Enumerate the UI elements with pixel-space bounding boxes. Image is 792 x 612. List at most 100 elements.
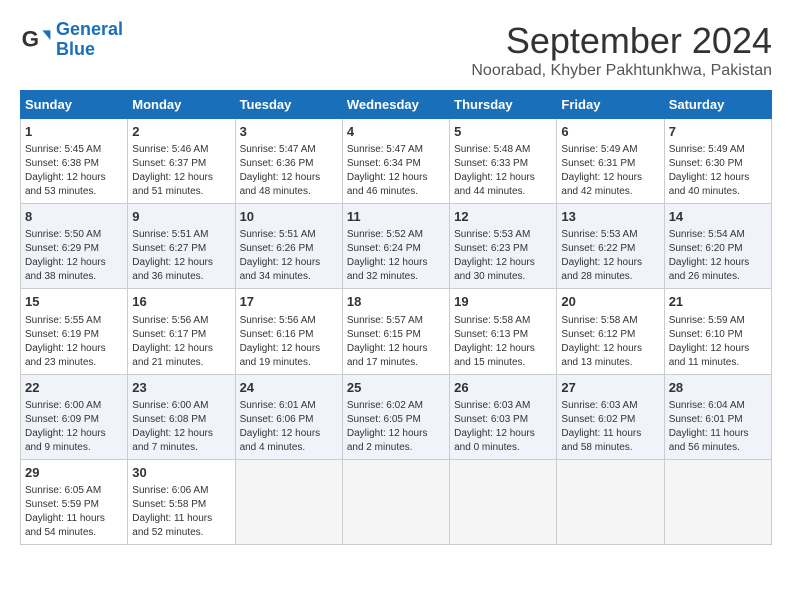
day-info: Sunrise: 5:49 AM Sunset: 6:31 PM Dayligh… (561, 143, 659, 199)
day-info: Sunrise: 5:47 AM Sunset: 6:34 PM Dayligh… (347, 143, 445, 199)
calendar-cell: 14Sunrise: 5:54 AM Sunset: 6:20 PM Dayli… (664, 204, 771, 289)
day-number: 12 (454, 208, 552, 226)
day-info: Sunrise: 5:50 AM Sunset: 6:29 PM Dayligh… (25, 228, 123, 284)
day-info: Sunrise: 6:04 AM Sunset: 6:01 PM Dayligh… (669, 399, 767, 455)
calendar-cell (557, 459, 664, 544)
day-number: 29 (25, 464, 123, 482)
weekday-header-wednesday: Wednesday (342, 91, 449, 119)
day-info: Sunrise: 5:58 AM Sunset: 6:13 PM Dayligh… (454, 314, 552, 370)
day-number: 2 (132, 123, 230, 141)
day-info: Sunrise: 5:55 AM Sunset: 6:19 PM Dayligh… (25, 314, 123, 370)
day-number: 3 (240, 123, 338, 141)
calendar-cell: 23 Sunrise: 6:00 AM Sunset: 6:08 PM Dayli… (128, 374, 235, 459)
calendar-cell: 30 Sunrise: 6:06 AM Sunset: 5:58 PM Dayli… (128, 459, 235, 544)
svg-text:G: G (22, 26, 39, 51)
day-info: Sunrise: 6:02 AM Sunset: 6:05 PM Dayligh… (347, 399, 445, 455)
day-number: 17 (240, 293, 338, 311)
calendar-cell: 16 Sunrise: 5:56 AM Sunset: 6:17 PM Dayli… (128, 289, 235, 374)
calendar-cell: 7Sunrise: 5:49 AM Sunset: 6:30 PM Daylig… (664, 119, 771, 204)
day-info: Sunrise: 6:01 AM Sunset: 6:06 PM Dayligh… (240, 399, 338, 455)
logo-icon: G (20, 24, 52, 56)
calendar-table: SundayMondayTuesdayWednesdayThursdayFrid… (20, 90, 772, 545)
location: Noorabad, Khyber Pakhtunkhwa, Pakistan (471, 62, 772, 80)
day-number: 14 (669, 208, 767, 226)
day-info: Sunrise: 5:52 AM Sunset: 6:24 PM Dayligh… (347, 228, 445, 284)
calendar-cell: 5Sunrise: 5:48 AM Sunset: 6:33 PM Daylig… (450, 119, 557, 204)
calendar-week-row: 1 Sunrise: 5:45 AM Sunset: 6:38 PM Daylig… (21, 119, 772, 204)
calendar-cell (235, 459, 342, 544)
weekday-header-saturday: Saturday (664, 91, 771, 119)
day-number: 15 (25, 293, 123, 311)
day-info: Sunrise: 5:46 AM Sunset: 6:37 PM Dayligh… (132, 143, 230, 199)
calendar-cell: 22Sunrise: 6:00 AM Sunset: 6:09 PM Dayli… (21, 374, 128, 459)
calendar-cell: 6 Sunrise: 5:49 AM Sunset: 6:31 PM Daylig… (557, 119, 664, 204)
calendar-cell: 9Sunrise: 5:51 AM Sunset: 6:27 PM Daylig… (128, 204, 235, 289)
weekday-header-friday: Friday (557, 91, 664, 119)
calendar-cell: 15 Sunrise: 5:55 AM Sunset: 6:19 PM Dayli… (21, 289, 128, 374)
day-number: 26 (454, 379, 552, 397)
day-info: Sunrise: 5:47 AM Sunset: 6:36 PM Dayligh… (240, 143, 338, 199)
day-number: 7 (669, 123, 767, 141)
calendar-week-row: 22Sunrise: 6:00 AM Sunset: 6:09 PM Dayli… (21, 374, 772, 459)
day-number: 21 (669, 293, 767, 311)
day-info: Sunrise: 6:03 AM Sunset: 6:03 PM Dayligh… (454, 399, 552, 455)
month-title: September 2024 (471, 20, 772, 62)
calendar-cell: 26 Sunrise: 6:03 AM Sunset: 6:03 PM Dayli… (450, 374, 557, 459)
day-number: 8 (25, 208, 123, 226)
day-info: Sunrise: 6:03 AM Sunset: 6:02 PM Dayligh… (561, 399, 659, 455)
day-number: 4 (347, 123, 445, 141)
day-info: Sunrise: 5:56 AM Sunset: 6:17 PM Dayligh… (132, 314, 230, 370)
day-info: Sunrise: 5:56 AM Sunset: 6:16 PM Dayligh… (240, 314, 338, 370)
weekday-header-thursday: Thursday (450, 91, 557, 119)
day-info: Sunrise: 5:51 AM Sunset: 6:26 PM Dayligh… (240, 228, 338, 284)
calendar-cell: 8 Sunrise: 5:50 AM Sunset: 6:29 PM Daylig… (21, 204, 128, 289)
calendar-cell: 3 Sunrise: 5:47 AM Sunset: 6:36 PM Daylig… (235, 119, 342, 204)
day-number: 18 (347, 293, 445, 311)
calendar-header-row: SundayMondayTuesdayWednesdayThursdayFrid… (21, 91, 772, 119)
day-number: 25 (347, 379, 445, 397)
weekday-header-tuesday: Tuesday (235, 91, 342, 119)
calendar-cell: 18 Sunrise: 5:57 AM Sunset: 6:15 PM Dayli… (342, 289, 449, 374)
logo: G General Blue (20, 20, 123, 60)
day-info: Sunrise: 6:00 AM Sunset: 6:08 PM Dayligh… (132, 399, 230, 455)
calendar-cell (450, 459, 557, 544)
day-info: Sunrise: 5:53 AM Sunset: 6:23 PM Dayligh… (454, 228, 552, 284)
day-number: 19 (454, 293, 552, 311)
day-info: Sunrise: 5:59 AM Sunset: 6:10 PM Dayligh… (669, 314, 767, 370)
day-number: 30 (132, 464, 230, 482)
day-number: 1 (25, 123, 123, 141)
calendar-cell: 25 Sunrise: 6:02 AM Sunset: 6:05 PM Dayli… (342, 374, 449, 459)
calendar-week-row: 8 Sunrise: 5:50 AM Sunset: 6:29 PM Daylig… (21, 204, 772, 289)
day-number: 27 (561, 379, 659, 397)
calendar-cell: 4 Sunrise: 5:47 AM Sunset: 6:34 PM Daylig… (342, 119, 449, 204)
weekday-header-sunday: Sunday (21, 91, 128, 119)
calendar-cell: 2 Sunrise: 5:46 AM Sunset: 6:37 PM Daylig… (128, 119, 235, 204)
calendar-cell: 27 Sunrise: 6:03 AM Sunset: 6:02 PM Dayli… (557, 374, 664, 459)
day-info: Sunrise: 5:57 AM Sunset: 6:15 PM Dayligh… (347, 314, 445, 370)
calendar-cell: 29 Sunrise: 6:05 AM Sunset: 5:59 PM Dayli… (21, 459, 128, 544)
calendar-cell: 12 Sunrise: 5:53 AM Sunset: 6:23 PM Dayli… (450, 204, 557, 289)
calendar-cell: 20Sunrise: 5:58 AM Sunset: 6:12 PM Dayli… (557, 289, 664, 374)
day-info: Sunrise: 6:00 AM Sunset: 6:09 PM Dayligh… (25, 399, 123, 455)
day-number: 10 (240, 208, 338, 226)
page-header: G General Blue September 2024 Noorabad, … (20, 20, 772, 80)
day-number: 13 (561, 208, 659, 226)
day-number: 6 (561, 123, 659, 141)
day-number: 16 (132, 293, 230, 311)
calendar-cell: 17 Sunrise: 5:56 AM Sunset: 6:16 PM Dayli… (235, 289, 342, 374)
day-number: 23 (132, 379, 230, 397)
day-number: 11 (347, 208, 445, 226)
day-info: Sunrise: 6:06 AM Sunset: 5:58 PM Dayligh… (132, 484, 230, 540)
calendar-cell: 10 Sunrise: 5:51 AM Sunset: 6:26 PM Dayli… (235, 204, 342, 289)
day-number: 5 (454, 123, 552, 141)
weekday-header-monday: Monday (128, 91, 235, 119)
calendar-cell: 19 Sunrise: 5:58 AM Sunset: 6:13 PM Dayli… (450, 289, 557, 374)
calendar-week-row: 29 Sunrise: 6:05 AM Sunset: 5:59 PM Dayli… (21, 459, 772, 544)
day-info: Sunrise: 6:05 AM Sunset: 5:59 PM Dayligh… (25, 484, 123, 540)
day-number: 20 (561, 293, 659, 311)
calendar-cell: 28Sunrise: 6:04 AM Sunset: 6:01 PM Dayli… (664, 374, 771, 459)
calendar-cell: 1 Sunrise: 5:45 AM Sunset: 6:38 PM Daylig… (21, 119, 128, 204)
day-info: Sunrise: 5:45 AM Sunset: 6:38 PM Dayligh… (25, 143, 123, 199)
day-info: Sunrise: 5:53 AM Sunset: 6:22 PM Dayligh… (561, 228, 659, 284)
title-block: September 2024 Noorabad, Khyber Pakhtunk… (471, 20, 772, 80)
